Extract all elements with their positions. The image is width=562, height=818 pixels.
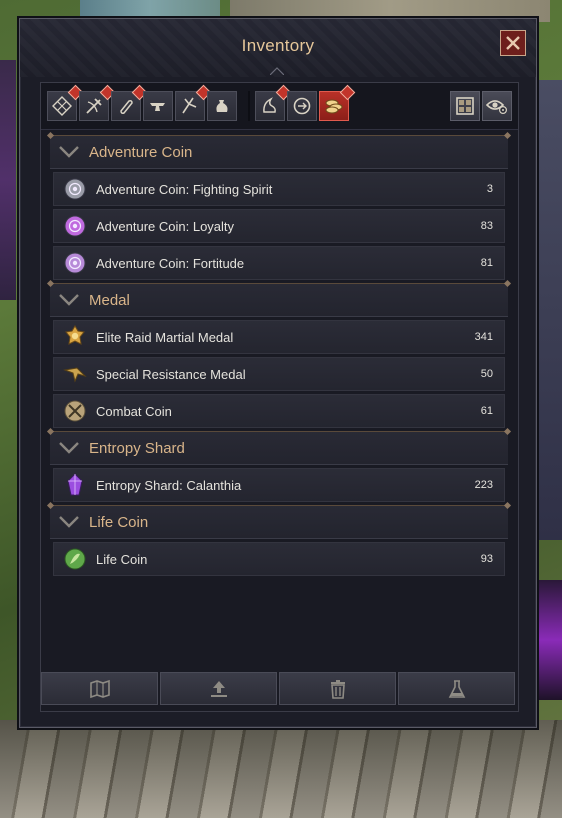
item-name: Adventure Coin: Fighting Spirit bbox=[96, 181, 273, 197]
header-ornament bbox=[503, 131, 512, 140]
category-tab-1[interactable] bbox=[47, 84, 84, 121]
category-tab-4[interactable] bbox=[143, 91, 173, 121]
grid-view-icon bbox=[456, 97, 474, 115]
crossed-swords-coin-icon bbox=[63, 399, 87, 423]
upload-icon bbox=[210, 680, 227, 697]
inventory-item-row[interactable]: Elite Raid Martial Medal 341 bbox=[53, 320, 505, 354]
item-name: Special Resistance Medal bbox=[96, 366, 246, 382]
map-icon bbox=[89, 679, 110, 698]
all-items-icon bbox=[52, 96, 72, 116]
category-tab-bar bbox=[41, 83, 518, 130]
group-title: Entropy Shard bbox=[89, 439, 185, 457]
violet-coin-icon bbox=[63, 251, 87, 275]
category-tab-2[interactable] bbox=[79, 84, 116, 121]
chevron-down-icon bbox=[59, 516, 79, 528]
silver-coin-icon bbox=[63, 177, 87, 201]
upload-button[interactable] bbox=[160, 672, 277, 705]
item-quantity: 3 bbox=[486, 183, 493, 195]
header-ornament bbox=[46, 279, 55, 288]
consumable-icon bbox=[120, 100, 133, 114]
purple-object bbox=[536, 580, 562, 700]
purple-crystal-icon bbox=[63, 473, 87, 497]
item-name: Adventure Coin: Loyalty bbox=[96, 218, 235, 234]
header-ornament bbox=[503, 427, 512, 436]
gold-medal-icon bbox=[63, 325, 87, 349]
group-title: Life Coin bbox=[89, 513, 149, 531]
eye-settings-button[interactable] bbox=[482, 91, 512, 121]
category-tab-8[interactable] bbox=[287, 91, 317, 121]
crafting-material-icon bbox=[182, 97, 197, 114]
inventory-window: Inventory Adventure Coin Adventure Coin:… bbox=[19, 18, 537, 728]
inventory-item-row[interactable]: Special Resistance Medal 50 bbox=[53, 357, 505, 391]
title-ornament-icon bbox=[270, 67, 284, 75]
eye-settings-icon bbox=[486, 100, 508, 115]
chevron-down-icon bbox=[59, 294, 79, 306]
item-quantity: 83 bbox=[480, 220, 493, 232]
item-quantity: 223 bbox=[474, 479, 493, 491]
flask-icon bbox=[448, 679, 465, 698]
item-name: Adventure Coin: Fortitude bbox=[96, 255, 245, 271]
pouch-icon bbox=[216, 100, 228, 112]
inventory-item-row[interactable]: Adventure Coin: Fortitude 81 bbox=[53, 246, 505, 280]
grid-view-button[interactable] bbox=[450, 91, 480, 121]
trash-icon bbox=[330, 679, 345, 699]
bottom-action-bar bbox=[41, 672, 518, 711]
trash-button[interactable] bbox=[279, 672, 396, 705]
window-title: Inventory bbox=[241, 36, 315, 55]
inventory-item-row[interactable]: Adventure Coin: Fighting Spirit 3 bbox=[53, 172, 505, 206]
item-quantity: 81 bbox=[480, 257, 493, 269]
chevron-down-icon bbox=[59, 442, 79, 454]
header-ornament bbox=[503, 501, 512, 510]
group-title: Medal bbox=[89, 291, 130, 309]
water-edge bbox=[80, 0, 220, 18]
header-ornament bbox=[46, 131, 55, 140]
tab-separator bbox=[248, 91, 250, 121]
title-bar[interactable]: Inventory bbox=[20, 19, 536, 77]
category-tab-5[interactable] bbox=[175, 84, 212, 121]
quest-item-icon bbox=[263, 97, 276, 113]
category-tab-7[interactable] bbox=[255, 84, 292, 121]
purple-character-silhouette bbox=[0, 60, 16, 300]
chevron-down-icon bbox=[59, 146, 79, 158]
group-header[interactable]: Adventure Coin bbox=[46, 131, 512, 169]
inventory-panel: Adventure Coin Adventure Coin: Fighting S… bbox=[40, 82, 519, 712]
flask-button[interactable] bbox=[398, 672, 515, 705]
coins-icon bbox=[325, 99, 343, 114]
group-header[interactable]: Life Coin bbox=[46, 501, 512, 539]
item-quantity: 93 bbox=[480, 553, 493, 565]
header-ornament bbox=[503, 279, 512, 288]
green-coin-icon bbox=[63, 547, 87, 571]
item-quantity: 61 bbox=[480, 405, 493, 417]
inventory-item-row[interactable]: Adventure Coin: Loyalty 83 bbox=[53, 209, 505, 243]
group-header[interactable]: Medal bbox=[46, 279, 512, 317]
anvil-icon bbox=[150, 103, 165, 111]
map-button[interactable] bbox=[41, 672, 158, 705]
purple-coin-icon bbox=[63, 214, 87, 238]
inventory-list: Adventure Coin Adventure Coin: Fighting S… bbox=[46, 131, 512, 579]
category-tab-6[interactable] bbox=[207, 91, 237, 121]
inventory-item-row[interactable]: Entropy Shard: Calanthia 223 bbox=[53, 468, 505, 502]
category-tab-3[interactable] bbox=[111, 84, 148, 121]
close-button[interactable] bbox=[500, 30, 526, 56]
group-header[interactable]: Entropy Shard bbox=[46, 427, 512, 465]
item-quantity: 341 bbox=[474, 331, 493, 343]
item-name: Combat Coin bbox=[96, 403, 172, 419]
currency-exchange-icon bbox=[293, 97, 311, 115]
group-title: Adventure Coin bbox=[89, 143, 193, 161]
winged-medal-icon bbox=[63, 362, 87, 386]
item-name: Elite Raid Martial Medal bbox=[96, 329, 234, 345]
deck-shadow bbox=[0, 720, 562, 818]
building-wall bbox=[536, 80, 562, 540]
item-name: Entropy Shard: Calanthia bbox=[96, 477, 242, 493]
category-tab-9[interactable] bbox=[319, 84, 356, 121]
header-ornament bbox=[46, 501, 55, 510]
close-icon bbox=[506, 36, 520, 50]
item-quantity: 50 bbox=[480, 368, 493, 380]
header-ornament bbox=[46, 427, 55, 436]
equipment-icon bbox=[86, 98, 102, 114]
inventory-item-row[interactable]: Life Coin 93 bbox=[53, 542, 505, 576]
inventory-item-row[interactable]: Combat Coin 61 bbox=[53, 394, 505, 428]
item-name: Life Coin bbox=[96, 551, 148, 567]
